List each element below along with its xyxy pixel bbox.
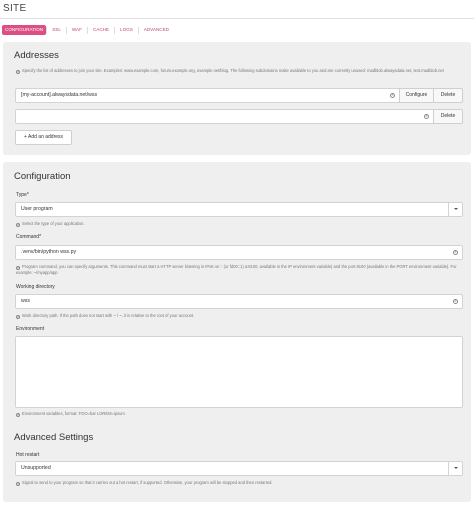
- command-help: ? Program command, you can specify argume…: [16, 264, 464, 276]
- page-title: SITE: [3, 3, 27, 14]
- clear-circle-icon[interactable]: ×: [424, 114, 429, 119]
- environment-help-text: Environment variables, format: FOO=bar L…: [22, 411, 125, 416]
- hot-restart-label: Hot restart: [16, 452, 40, 458]
- advanced-settings-title: Advanced Settings: [14, 432, 94, 443]
- question-circle-icon: ?: [16, 481, 20, 486]
- hot-restart-select[interactable]: Unsupported: [15, 461, 463, 476]
- address-row: [my-account].alwaysdata.net/wss × Config…: [15, 88, 463, 103]
- title-divider: [0, 18, 474, 19]
- type-help: ? Select the type of your application.: [16, 221, 464, 227]
- question-circle-icon: ?: [16, 314, 20, 319]
- tab-advanced[interactable]: ADVANCED: [139, 25, 174, 35]
- addresses-title: Addresses: [14, 50, 59, 61]
- tab-cache[interactable]: CACHE: [88, 25, 114, 35]
- address-input[interactable]: [my-account].alwaysdata.net/wss ×: [15, 88, 400, 103]
- type-select[interactable]: User program: [15, 202, 463, 217]
- command-help-text: Program command, you can specify argumen…: [16, 264, 457, 275]
- hot-restart-help: ? Signal to send to your program so that …: [16, 480, 464, 486]
- question-circle-icon: ?: [16, 265, 20, 270]
- tab-bar: CONFIGURATION SSL WAF CACHE LOGS ADVANCE…: [2, 24, 174, 36]
- tab-waf[interactable]: WAF: [67, 25, 87, 35]
- question-circle-icon: ?: [16, 222, 20, 227]
- address-row: × Delete: [15, 109, 463, 124]
- chevron-down-icon: [448, 203, 462, 216]
- command-label: Command*: [16, 234, 42, 240]
- delete-button[interactable]: Delete: [433, 88, 463, 103]
- question-circle-icon: ?: [16, 69, 20, 74]
- configuration-title: Configuration: [14, 171, 71, 182]
- hot-restart-value: Unsupported: [21, 465, 51, 471]
- type-help-text: Select the type of your application.: [22, 221, 85, 226]
- address-input[interactable]: ×: [15, 109, 434, 124]
- working-directory-help-text: Work directory path. If the path does no…: [22, 313, 195, 318]
- environment-help: ? Environment variables, format: FOO=bar …: [16, 411, 464, 417]
- delete-button[interactable]: Delete: [433, 109, 463, 124]
- chevron-down-icon: [448, 462, 462, 475]
- tab-configuration[interactable]: CONFIGURATION: [2, 25, 47, 35]
- clear-circle-icon[interactable]: ×: [453, 250, 458, 255]
- command-value: .venv/bin/python wss.py: [21, 249, 77, 255]
- tab-logs[interactable]: LOGS: [115, 25, 138, 35]
- type-label: Type*: [16, 192, 29, 198]
- address-value: [my-account].alwaysdata.net/wss: [21, 92, 98, 98]
- working-directory-help: ? Work directory path. If the path does n…: [16, 313, 464, 319]
- addresses-panel: Addresses ? Specify the list of addresses…: [3, 42, 471, 155]
- question-circle-icon: ?: [16, 412, 20, 417]
- working-directory-input[interactable]: wss ×: [15, 294, 463, 309]
- clear-circle-icon[interactable]: ×: [390, 93, 395, 98]
- hot-restart-help-text: Signal to send to your program so that i…: [22, 480, 273, 485]
- addresses-help-text: Specify the list of addresses to join yo…: [22, 68, 444, 73]
- tab-ssl[interactable]: SSL: [47, 25, 66, 35]
- configuration-panel: Configuration Type* User program ? Select…: [3, 162, 471, 502]
- clear-circle-icon[interactable]: ×: [453, 299, 458, 304]
- environment-label: Environment: [16, 326, 45, 332]
- configure-button[interactable]: Configure: [399, 88, 434, 103]
- addresses-help: ? Specify the list of addresses to join y…: [16, 68, 464, 74]
- environment-textarea[interactable]: [15, 336, 463, 408]
- working-directory-value: wss: [21, 298, 30, 304]
- command-input[interactable]: .venv/bin/python wss.py ×: [15, 245, 463, 260]
- add-address-button[interactable]: + Add an address: [15, 130, 72, 145]
- working-directory-label: Working directory: [16, 284, 55, 290]
- type-value: User program: [21, 206, 53, 212]
